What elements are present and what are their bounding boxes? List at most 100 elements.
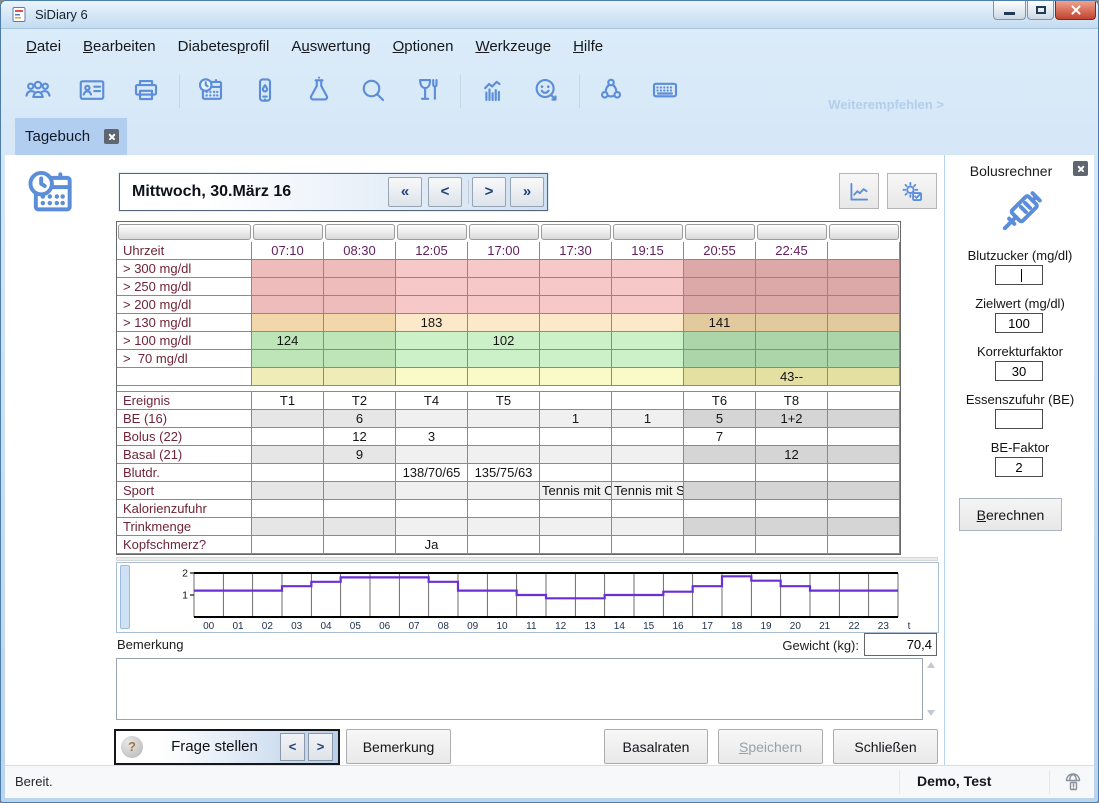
diary-cell[interactable] xyxy=(252,350,324,368)
diary-cell[interactable]: 6 xyxy=(324,410,396,428)
profile-card-button[interactable] xyxy=(69,68,115,114)
save-button[interactable]: Speichern xyxy=(718,729,823,764)
diary-cell[interactable] xyxy=(756,278,828,296)
diary-cell[interactable] xyxy=(468,428,540,446)
diary-cell[interactable] xyxy=(612,350,684,368)
diary-cell[interactable] xyxy=(324,500,396,518)
diary-cell[interactable] xyxy=(540,350,612,368)
diary-cell[interactable]: 08:30 xyxy=(324,242,396,260)
diary-cell[interactable]: 5 xyxy=(684,410,756,428)
statistics-button[interactable] xyxy=(469,68,515,114)
diary-cell[interactable] xyxy=(828,314,900,332)
column-header-button[interactable] xyxy=(541,224,611,240)
diary-cell[interactable] xyxy=(540,278,612,296)
diary-cell[interactable] xyxy=(396,278,468,296)
diary-cell[interactable] xyxy=(828,464,900,482)
diary-cell[interactable] xyxy=(324,350,396,368)
diary-cell[interactable] xyxy=(828,518,900,536)
diary-cell[interactable]: 17:30 xyxy=(540,242,612,260)
diary-cell[interactable] xyxy=(396,332,468,350)
diary-cell[interactable] xyxy=(612,428,684,446)
diary-cell[interactable] xyxy=(684,278,756,296)
diary-cell[interactable] xyxy=(396,482,468,500)
diary-cell[interactable]: 138/70/65 xyxy=(396,464,468,482)
diary-cell[interactable] xyxy=(612,260,684,278)
diary-cell[interactable] xyxy=(396,260,468,278)
diary-cell[interactable]: Tennis mit S xyxy=(612,482,684,500)
diary-cell[interactable]: 07:10 xyxy=(252,242,324,260)
diary-cell[interactable] xyxy=(324,332,396,350)
diary-cell[interactable] xyxy=(540,368,612,386)
diary-cell[interactable] xyxy=(252,446,324,464)
printer-button[interactable] xyxy=(123,68,169,114)
diary-cell[interactable]: 7 xyxy=(684,428,756,446)
diary-cell[interactable]: 12 xyxy=(756,446,828,464)
diary-cell[interactable] xyxy=(756,518,828,536)
diary-cell[interactable] xyxy=(468,278,540,296)
diary-cell[interactable] xyxy=(756,314,828,332)
diary-cell[interactable] xyxy=(684,350,756,368)
previous-day-button[interactable]: < xyxy=(428,177,462,207)
diary-cell[interactable] xyxy=(828,392,900,410)
diary-cell[interactable] xyxy=(468,314,540,332)
diary-cell[interactable] xyxy=(468,446,540,464)
diary-cell[interactable] xyxy=(828,446,900,464)
diary-cell[interactable]: Tennis mit C xyxy=(540,482,612,500)
diary-cell[interactable] xyxy=(252,428,324,446)
menu-werkzeuge[interactable]: Werkzeuge xyxy=(464,29,562,65)
diary-cell[interactable] xyxy=(756,464,828,482)
patients-group-button[interactable] xyxy=(15,68,61,114)
diary-cell[interactable]: 135/75/63 xyxy=(468,464,540,482)
correction-input[interactable] xyxy=(995,361,1043,381)
diary-cell[interactable]: 43-- xyxy=(756,368,828,386)
onscreen-keyboard-button[interactable] xyxy=(642,68,688,114)
diary-cell[interactable] xyxy=(612,536,684,554)
diary-cell[interactable] xyxy=(252,536,324,554)
be-factor-input[interactable] xyxy=(995,457,1043,477)
diary-cell[interactable] xyxy=(684,482,756,500)
column-header-button[interactable] xyxy=(253,224,323,240)
calculate-button[interactable]: Berechnen xyxy=(959,498,1062,531)
diary-cell[interactable] xyxy=(612,464,684,482)
diary-cell[interactable] xyxy=(324,296,396,314)
diary-cell[interactable] xyxy=(540,296,612,314)
question-prev-button[interactable]: < xyxy=(280,733,305,761)
diary-cell[interactable] xyxy=(468,482,540,500)
diary-cell[interactable]: 124 xyxy=(252,332,324,350)
diary-cell[interactable] xyxy=(252,260,324,278)
recommend-link[interactable]: Weiterempfehlen > xyxy=(828,97,944,112)
diary-cell[interactable] xyxy=(684,368,756,386)
diary-cell[interactable] xyxy=(396,500,468,518)
diary-cell[interactable] xyxy=(252,278,324,296)
diary-cell[interactable]: Ja xyxy=(396,536,468,554)
diary-cell[interactable]: T6 xyxy=(684,392,756,410)
diary-cell[interactable] xyxy=(468,500,540,518)
diary-cell[interactable] xyxy=(828,296,900,314)
table-scrollbar[interactable] xyxy=(116,557,938,561)
search-button[interactable] xyxy=(350,68,396,114)
diary-cell[interactable] xyxy=(396,410,468,428)
diary-cell[interactable]: 3 xyxy=(396,428,468,446)
diary-cell[interactable] xyxy=(756,536,828,554)
diary-cell[interactable] xyxy=(756,482,828,500)
diary-cell[interactable] xyxy=(252,314,324,332)
tab-tagebuch[interactable]: Tagebuch xyxy=(15,118,127,155)
diary-cell[interactable] xyxy=(540,428,612,446)
menu-optionen[interactable]: Optionen xyxy=(382,29,465,65)
diary-cell[interactable] xyxy=(828,242,900,260)
diary-cell[interactable] xyxy=(684,260,756,278)
diary-cell[interactable]: 102 xyxy=(468,332,540,350)
close-icon[interactable] xyxy=(1055,1,1096,20)
diary-cell[interactable] xyxy=(540,446,612,464)
diary-cell[interactable] xyxy=(540,464,612,482)
diary-cell[interactable] xyxy=(396,350,468,368)
diary-cell[interactable] xyxy=(684,332,756,350)
nutrition-button[interactable] xyxy=(404,68,450,114)
maximize-icon[interactable] xyxy=(1027,1,1054,20)
diary-cell[interactable] xyxy=(468,368,540,386)
column-header-button[interactable] xyxy=(685,224,755,240)
diary-cell[interactable] xyxy=(540,536,612,554)
menu-bearbeiten[interactable]: Bearbeiten xyxy=(72,29,167,65)
diary-cell[interactable] xyxy=(684,518,756,536)
diary-cell[interactable]: T5 xyxy=(468,392,540,410)
